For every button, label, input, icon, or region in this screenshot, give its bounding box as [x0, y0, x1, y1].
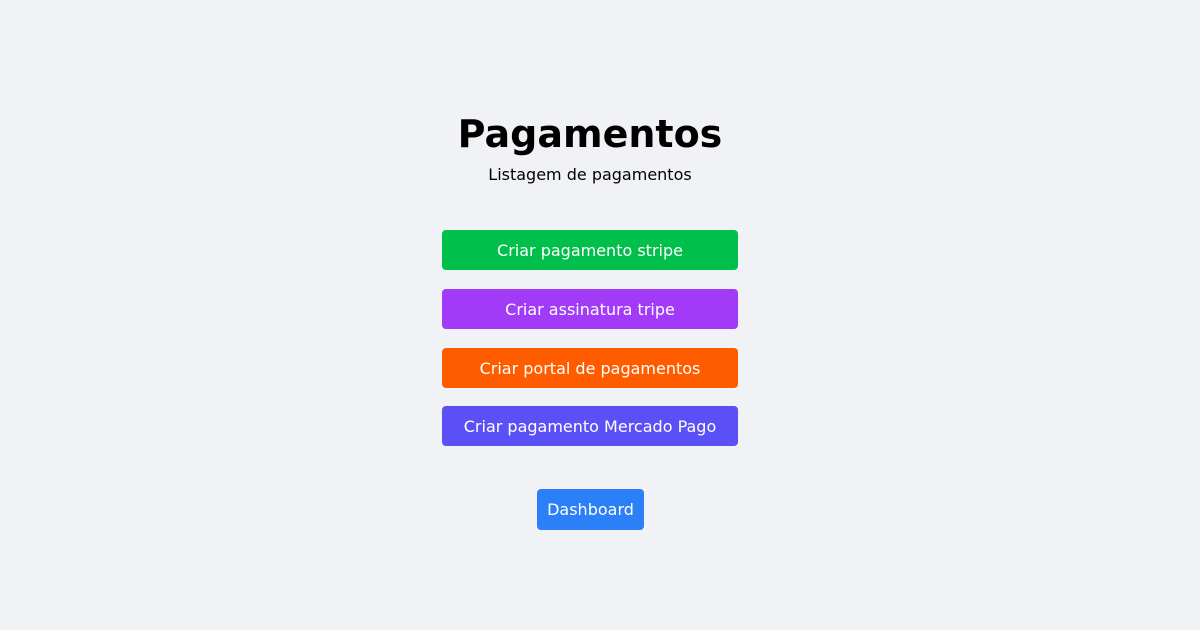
dashboard-button[interactable]: Dashboard [537, 489, 644, 530]
page-title: Pagamentos [457, 112, 723, 156]
create-mercado-pago-payment-button[interactable]: Criar pagamento Mercado Pago [442, 406, 738, 446]
create-subscription-button[interactable]: Criar assinatura tripe [442, 289, 738, 329]
create-stripe-payment-button[interactable]: Criar pagamento stripe [442, 230, 738, 270]
page-subtitle: Listagem de pagamentos [488, 165, 692, 184]
payments-page: Pagamentos Listagem de pagamentos Criar … [0, 0, 1200, 630]
create-payment-portal-button[interactable]: Criar portal de pagamentos [442, 348, 738, 388]
